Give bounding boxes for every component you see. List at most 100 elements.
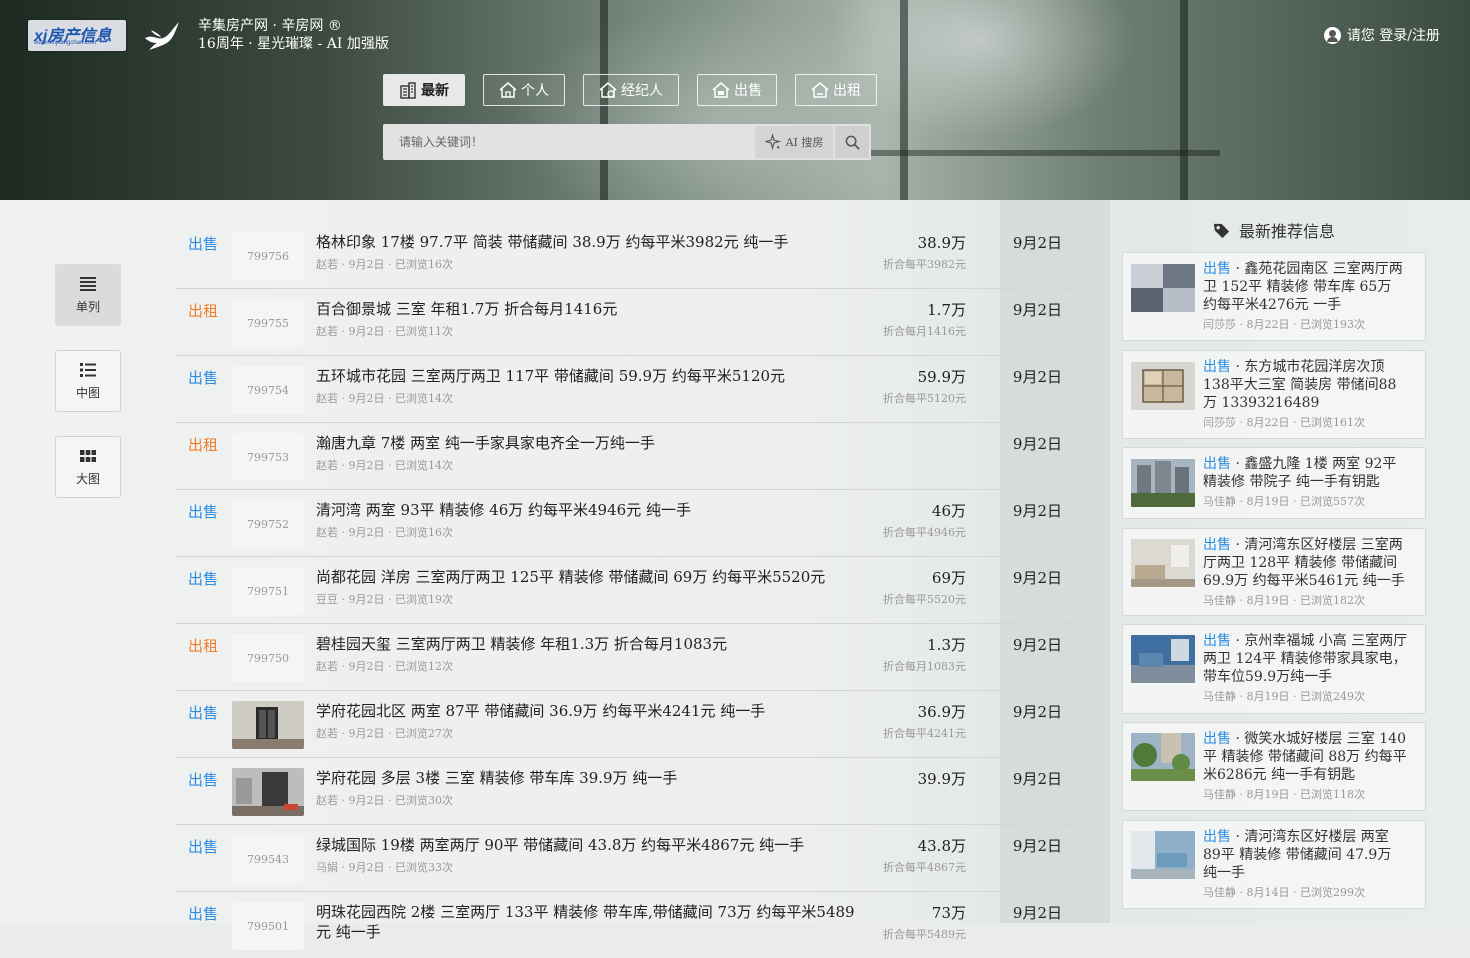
listing-thumbnail-placeholder[interactable]: 799752 — [232, 500, 304, 548]
recommended-card[interactable]: 出售 · 鑫苑花园南区 三室两厅两卫 152平 精装修 带车库 65万 约每平米… — [1122, 252, 1426, 341]
recommended-title-link[interactable]: 出售 · 微笑水城好楼层 三室 140平 精装修 带储藏间 88万 约每平米62… — [1203, 730, 1409, 804]
listing-title-link[interactable]: 绿城国际 19楼 两室两厅 90平 带储藏间 43.8万 约每平米4867元 纯… — [316, 835, 856, 855]
listing-title-link[interactable]: 尚都花园 洋房 三室两厅两卫 125平 精装修 带储藏间 69万 约每平米552… — [316, 567, 856, 587]
site-name-title: 辛集房产网 · 辛房网 ® — [198, 18, 342, 34]
listing-thumbnail-placeholder[interactable]: 799755 — [232, 299, 304, 347]
search-input[interactable] — [383, 124, 755, 160]
sale-house-icon — [712, 82, 730, 98]
listing-row[interactable]: 出售 799501 明珠花园西院 2楼 三室两厅 133平 精装修 带车库,带储… — [176, 892, 1078, 958]
listing-title-link[interactable]: 格林印象 17楼 97.7平 简装 带储藏间 38.9万 约每平米3982元 纯… — [316, 232, 856, 252]
tab-label: 经纪人 — [621, 83, 663, 99]
listing-type-badge: 出售 — [188, 570, 219, 588]
view-single-column-button[interactable]: 单列 — [55, 264, 121, 326]
recommended-card[interactable]: 出售 · 清河湾东区好楼层 两室 89平 精装修 带储藏间 47.9万 纯一手 … — [1122, 820, 1426, 909]
listing-title-link[interactable]: 百合御景城 三室 年租1.7万 折合每月1416元 — [316, 299, 856, 319]
sparkle-icon — [764, 133, 781, 150]
listing-row[interactable]: 出售 799543 绿城国际 19楼 两室两厅 90平 带储藏间 43.8万 约… — [176, 825, 1078, 892]
listing-unit-price: 折合每平5120元 — [883, 392, 966, 405]
room-photo — [1131, 539, 1195, 587]
site-logo[interactable]: xj房产信息 www.xinjifangchan.com — [28, 20, 126, 51]
listing-title-link[interactable]: 清河湾 两室 93平 精装修 46万 约每平米4946元 纯一手 — [316, 500, 856, 520]
tab-label: 出租 — [833, 83, 861, 99]
listing-row[interactable]: 出租 799753 瀚唐九章 7楼 两室 纯一手家具家电齐全一万纯一手 赵若 ·… — [176, 423, 1078, 490]
listing-thumbnail-placeholder[interactable]: 799751 — [232, 567, 304, 615]
listing-price: 59.9万 — [917, 368, 966, 386]
view-label: 大图 — [75, 471, 100, 486]
listing-thumbnail-placeholder[interactable]: 799501 — [232, 902, 304, 950]
recommended-title-link[interactable]: 出售 · 鑫盛九隆 1楼 两室 92平 精装修 带院子 纯一手有钥匙 马佳静 ·… — [1203, 455, 1409, 511]
search-button[interactable] — [835, 126, 869, 158]
floorplan-photo — [1131, 362, 1195, 410]
grid-icon — [80, 449, 96, 462]
listing-title-link[interactable]: 明珠花园西院 2楼 三室两厅 133平 精装修 带车库,带储藏间 73万 约每平… — [316, 902, 856, 942]
listing-date: 9月2日 — [1012, 636, 1062, 654]
tab-sale[interactable]: 出售 — [697, 74, 777, 106]
category-tabs: 最新 个人 经纪人 出售 出租 — [383, 74, 877, 106]
listing-row[interactable]: 出售 799756 格林印象 17楼 97.7平 简装 带储藏间 38.9万 约… — [176, 222, 1078, 289]
recommended-card[interactable]: 出售 · 清河湾东区好楼层 三室两厅两卫 128平 精装修 带储藏间 69.9万… — [1122, 528, 1426, 616]
tab-agent[interactable]: 经纪人 — [583, 74, 679, 106]
recommended-title-text: · 东方城市花园洋房次顶138平大三室 简装房 带储间88万 133932164… — [1203, 359, 1397, 411]
recommended-type: 出售 — [1203, 829, 1231, 845]
tab-rent[interactable]: 出租 — [795, 74, 877, 106]
listing-row[interactable]: 出售 学府花园 多层 3楼 三室 精装修 带车库 39.9万 纯一手 赵若 · … — [176, 758, 1078, 825]
listing-meta: 赵若 · 9月2日 · 已浏览14次 — [316, 392, 453, 405]
listing-row[interactable]: 出售 799751 尚都花园 洋房 三室两厅两卫 125平 精装修 带储藏间 6… — [176, 557, 1078, 624]
recommended-title-link[interactable]: 出售 · 清河湾东区好楼层 三室两厅两卫 128平 精装修 带储藏间 69.9万… — [1203, 536, 1409, 610]
recommended-card[interactable]: 出售 · 东方城市花园洋房次顶138平大三室 简装房 带储间88万 133932… — [1122, 350, 1426, 439]
listing-row[interactable]: 出售 学府花园北区 两室 87平 带储藏间 36.9万 约每平米4241元 纯一… — [176, 691, 1078, 758]
view-label: 单列 — [75, 299, 100, 314]
listing-thumbnail-placeholder[interactable]: 799754 — [232, 366, 304, 414]
listing-meta: 赵若 · 9月2日 · 已浏览27次 — [316, 727, 453, 740]
listing-photo[interactable] — [232, 768, 304, 816]
ai-search-button[interactable]: AI 搜房 — [755, 126, 833, 158]
listing-thumbnail-placeholder[interactable]: 799750 — [232, 634, 304, 682]
listing-date: 9月2日 — [1012, 703, 1062, 721]
listing-thumbnail-placeholder[interactable]: 799756 — [232, 232, 304, 280]
login-link[interactable]: 请您 登录/注册 — [1323, 25, 1440, 45]
recommended-title-link[interactable]: 出售 · 鑫苑花园南区 三室两厅两卫 152平 精装修 带车库 65万 约每平米… — [1203, 260, 1409, 334]
listing-photo[interactable] — [232, 701, 304, 749]
listing-title-link[interactable]: 五环城市花园 三室两厅两卫 117平 带储藏间 59.9万 约每平米5120元 — [316, 366, 856, 386]
recommended-type: 出售 — [1203, 731, 1231, 747]
listing-date: 9月2日 — [1012, 234, 1062, 252]
listing-meta: 赵若 · 9月2日 · 已浏览16次 — [316, 258, 453, 271]
listing-unit-price: 折合每月1083元 — [883, 660, 966, 673]
tab-personal[interactable]: 个人 — [483, 74, 565, 106]
recommended-card[interactable]: 出售 · 微笑水城好楼层 三室 140平 精装修 带储藏间 88万 约每平米62… — [1122, 722, 1426, 811]
recommended-title-link[interactable]: 出售 · 京州幸福城 小高 三室两厅两卫 124平 精装修带家具家电，带车位59… — [1203, 632, 1409, 706]
listing-thumbnail-placeholder[interactable]: 799753 — [232, 433, 304, 481]
recommended-title-link[interactable]: 出售 · 东方城市花园洋房次顶138平大三室 简装房 带储间88万 133932… — [1203, 358, 1409, 432]
recommended-card[interactable]: 出售 · 京州幸福城 小高 三室两厅两卫 124平 精装修带家具家电，带车位59… — [1122, 624, 1426, 714]
listing-date: 9月2日 — [1012, 837, 1062, 855]
listing-type-badge: 出售 — [188, 905, 219, 923]
listing-row[interactable]: 出售 799754 五环城市花园 三室两厅两卫 117平 带储藏间 59.9万 … — [176, 356, 1078, 423]
recommended-title-link[interactable]: 出售 · 清河湾东区好楼层 两室 89平 精装修 带储藏间 47.9万 纯一手 … — [1203, 828, 1409, 902]
listing-row[interactable]: 出租 799750 碧桂园天玺 三室两厅两卫 精装修 年租1.3万 折合每月10… — [176, 624, 1078, 691]
listing-price: 39.9万 — [917, 770, 966, 788]
listing-title-link[interactable]: 学府花园 多层 3楼 三室 精装修 带车库 39.9万 纯一手 — [316, 768, 856, 788]
listing-date: 9月2日 — [1012, 569, 1062, 587]
tab-latest[interactable]: 最新 — [383, 74, 465, 106]
view-large-image-button[interactable]: 大图 — [55, 436, 121, 498]
ai-search-label: AI 搜房 — [785, 136, 824, 149]
listing-row[interactable]: 出租 799755 百合御景城 三室 年租1.7万 折合每月1416元 赵若 ·… — [176, 289, 1078, 356]
tab-label: 出售 — [734, 83, 762, 99]
logo-url: www.xinjifangchan.com — [34, 40, 97, 46]
listing-thumbnail-placeholder[interactable]: 799543 — [232, 835, 304, 883]
room-photo — [1131, 635, 1195, 683]
listing-title-link[interactable]: 碧桂园天玺 三室两厅两卫 精装修 年租1.3万 折合每月1083元 — [316, 634, 856, 654]
view-medium-image-button[interactable]: 中图 — [55, 350, 121, 412]
recommended-meta: 马佳静 · 8月19日 · 已浏览557次 — [1203, 495, 1365, 508]
user-avatar-icon — [1323, 26, 1341, 44]
listing-title-link[interactable]: 学府花园北区 两室 87平 带储藏间 36.9万 约每平米4241元 纯一手 — [316, 701, 856, 721]
listing-unit-price: 折合每平3982元 — [883, 258, 966, 271]
recommended-meta: 马佳静 · 8月19日 · 已浏览118次 — [1203, 788, 1365, 801]
listing-meta: 赵若 · 9月2日 · 已浏览16次 — [316, 526, 453, 539]
listing-title-link[interactable]: 瀚唐九章 7楼 两室 纯一手家具家电齐全一万纯一手 — [316, 433, 856, 453]
listing-price: 1.7万 — [927, 301, 966, 319]
recommended-card[interactable]: 出售 · 鑫盛九隆 1楼 两室 92平 精装修 带院子 纯一手有钥匙 马佳静 ·… — [1122, 447, 1426, 519]
listing-list: 出售 799756 格林印象 17楼 97.7平 简装 带储藏间 38.9万 约… — [176, 222, 1078, 958]
listing-type-badge: 出售 — [188, 503, 219, 521]
listing-row[interactable]: 出售 799752 清河湾 两室 93平 精装修 46万 约每平米4946元 纯… — [176, 490, 1078, 557]
